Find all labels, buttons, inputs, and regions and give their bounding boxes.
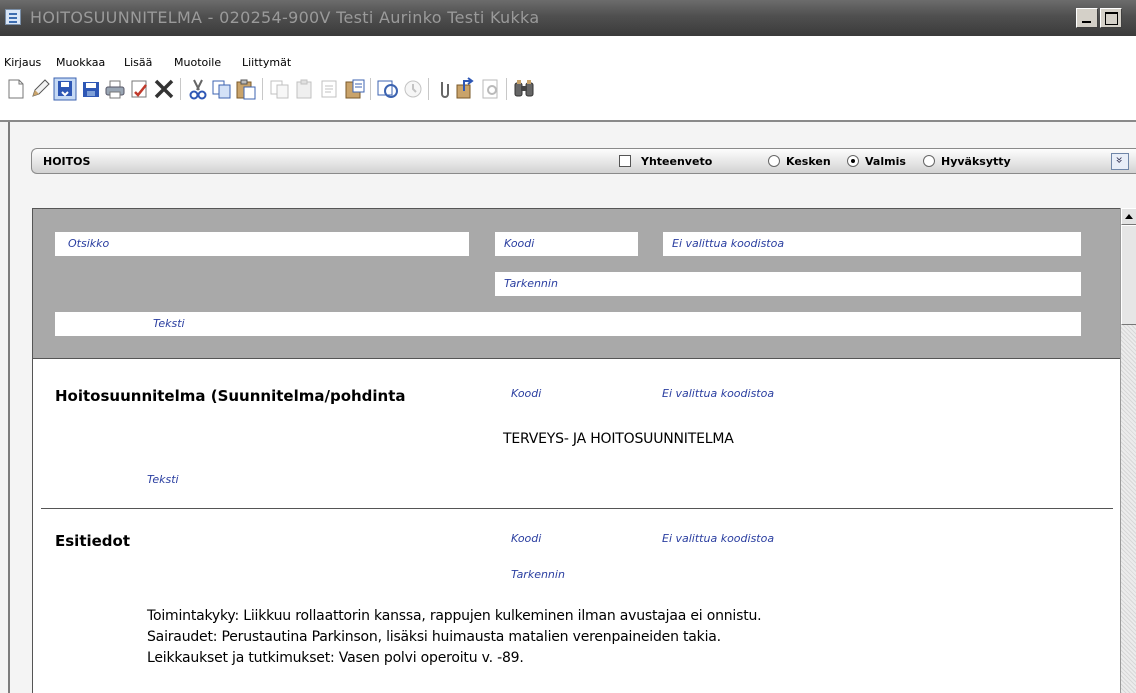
cut-icon[interactable] — [186, 77, 210, 101]
tarkennin-label: Tarkennin — [504, 277, 558, 290]
status-radio-kesken[interactable] — [768, 155, 780, 167]
menu-kirjaus[interactable]: Kirjaus — [4, 56, 41, 69]
toolbar-separator — [370, 78, 371, 100]
tarkennin-label: Tarkennin — [511, 568, 565, 581]
vertical-scrollbar[interactable] — [1120, 208, 1136, 693]
koodi-label: Koodi — [504, 237, 535, 250]
preview-icon[interactable] — [479, 77, 503, 101]
menu-bar: Kirjaus Muokkaa Lisää Muotoile Liittymät — [0, 36, 1136, 72]
toolbar-separator — [180, 78, 181, 100]
edit-pencil-icon[interactable] — [28, 77, 52, 101]
teksti-label: Teksti — [153, 317, 185, 330]
binoculars-icon[interactable] — [512, 77, 536, 101]
menu-muotoile[interactable]: Muotoile — [174, 56, 221, 69]
status-label-kesken[interactable]: Kesken — [786, 155, 831, 168]
toolbar-separator — [506, 78, 507, 100]
app-document-icon[interactable] — [5, 9, 21, 25]
title-bar: HOITOSUUNNITELMA - 020254-900V Testi Aur… — [0, 0, 1136, 36]
copy-template-icon[interactable] — [268, 77, 292, 101]
menu-liittymat[interactable]: Liittymät — [242, 56, 291, 69]
minimize-button[interactable] — [1076, 8, 1098, 28]
insert-content-icon[interactable] — [343, 77, 367, 101]
summary-label[interactable]: Yhteenveto — [641, 155, 712, 168]
status-radio-valmis[interactable] — [847, 155, 859, 167]
collapse-section-button[interactable] — [1111, 153, 1129, 170]
tarkennin-field[interactable]: Tarkennin — [495, 272, 1081, 296]
teksti-field[interactable]: Teksti — [55, 312, 1081, 336]
toolbar — [0, 72, 1136, 122]
toolbar-separator — [262, 78, 263, 100]
frame-edge — [8, 122, 10, 693]
document-frame: HOITOS Yhteenveto Kesken Valmis Hyväksyt… — [0, 122, 1136, 693]
esitiedot-line[interactable]: Toimintakyky: Liikkuu rollaattorin kanss… — [147, 608, 762, 624]
section-title-esitiedot: Esitiedot — [55, 532, 131, 550]
menu-muokkaa[interactable]: Muokkaa — [56, 56, 105, 69]
help-icon[interactable] — [401, 77, 425, 101]
codeset-label[interactable]: Ei valittua koodistoa — [662, 532, 774, 545]
refresh-icon[interactable] — [376, 77, 400, 101]
summary-checkbox[interactable] — [619, 155, 631, 167]
delete-icon[interactable] — [152, 77, 176, 101]
section-title-hoitosuunnitelma: Hoitosuunnitelma (Suunnitelma/pohdinta — [55, 387, 406, 405]
header-fields-block: Otsikko Koodi Ei valittua koodistoa Tark… — [33, 209, 1120, 359]
scroll-thumb[interactable] — [1121, 225, 1136, 325]
save-icon[interactable] — [79, 77, 103, 101]
window-title: HOITOSUUNNITELMA - 020254-900V Testi Aur… — [30, 8, 540, 27]
section-divider — [41, 508, 1113, 509]
status-radio-hyvaksytty[interactable] — [923, 155, 935, 167]
teksti-label: Teksti — [147, 473, 179, 486]
save-to-record-icon[interactable] — [53, 77, 77, 101]
koodi-label: Koodi — [511, 387, 542, 400]
print-icon[interactable] — [103, 77, 127, 101]
paste-icon[interactable] — [234, 77, 258, 101]
export-icon[interactable] — [454, 77, 478, 101]
copy-icon[interactable] — [210, 77, 234, 101]
otsikko-field[interactable]: Otsikko — [55, 232, 469, 256]
status-label-valmis[interactable]: Valmis — [865, 155, 906, 168]
attachment-icon[interactable] — [432, 77, 456, 101]
koodi-field[interactable]: Koodi — [495, 232, 638, 256]
esitiedot-line[interactable]: Leikkaukset ja tutkimukset: Vasen polvi … — [147, 650, 524, 666]
scroll-up-button[interactable] — [1121, 208, 1136, 225]
sign-icon[interactable] — [128, 77, 152, 101]
otsikko-label: Otsikko — [68, 237, 110, 250]
koodi-label: Koodi — [511, 532, 542, 545]
new-document-icon[interactable] — [4, 77, 28, 101]
toolbar-separator — [428, 78, 429, 100]
codeset-field[interactable]: Ei valittua koodistoa — [663, 232, 1081, 256]
status-label-hyvaksytty[interactable]: Hyväksytty — [941, 155, 1011, 168]
section-header: HOITOS Yhteenveto Kesken Valmis Hyväksyt… — [31, 148, 1136, 174]
maximize-button[interactable] — [1100, 8, 1122, 28]
paste-template-icon[interactable] — [293, 77, 317, 101]
menu-lisaa[interactable]: Lisää — [124, 56, 152, 69]
section-header-title: HOITOS — [43, 155, 91, 168]
codeset-label: Ei valittua koodistoa — [672, 237, 785, 250]
esitiedot-line[interactable]: Sairaudet: Perustautina Parkinson, lisäk… — [147, 629, 721, 645]
text-template-icon[interactable] — [318, 77, 342, 101]
code-value[interactable]: TERVEYS- JA HOITOSUUNNITELMA — [503, 431, 734, 447]
codeset-label[interactable]: Ei valittua koodistoa — [662, 387, 774, 400]
document-content: Otsikko Koodi Ei valittua koodistoa Tark… — [32, 208, 1120, 693]
